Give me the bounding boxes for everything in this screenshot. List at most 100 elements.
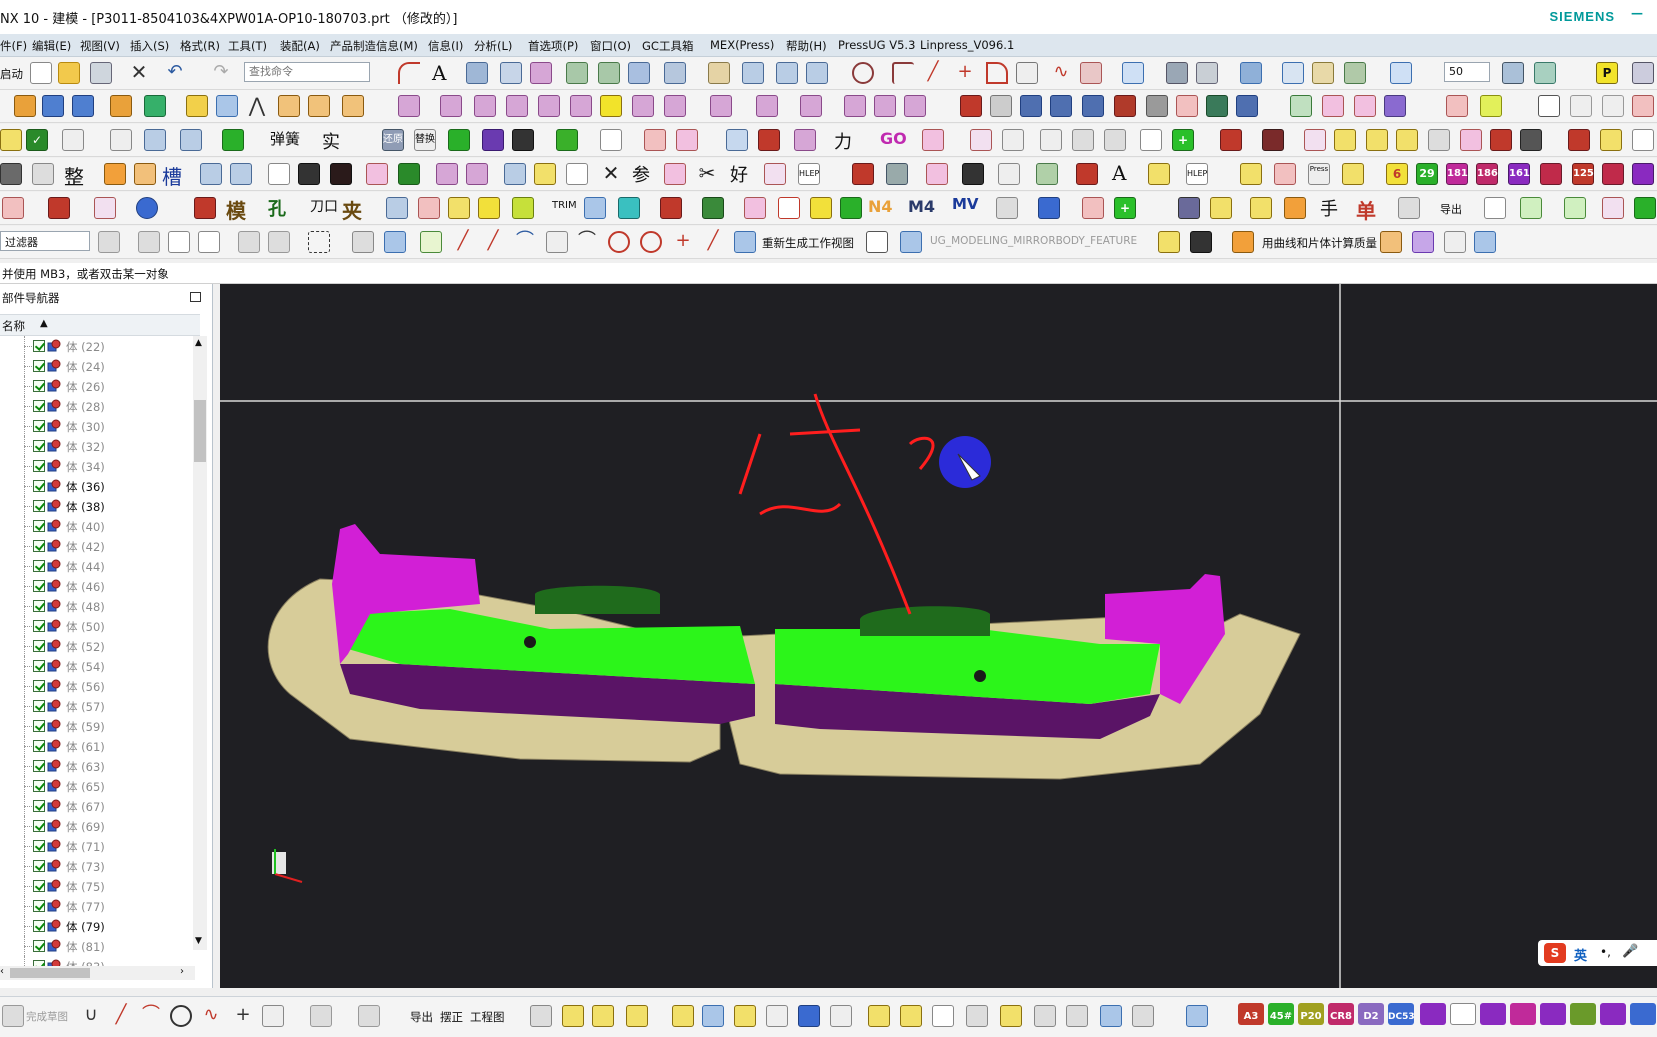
tube-icon[interactable] [1100,1005,1122,1027]
chamfer-curve-icon[interactable] [1016,62,1038,84]
unite-icon[interactable] [216,95,238,117]
plus2-icon[interactable]: + [1114,197,1136,219]
pole-icon[interactable] [778,197,800,219]
navigator-column-header[interactable]: 名称 ▲ [0,314,200,336]
visibility-checkbox[interactable] [33,500,45,512]
pen-icon[interactable] [1186,1005,1208,1027]
surface-curve-icon[interactable] [1080,62,1102,84]
new-file-icon[interactable] [30,62,52,84]
visibility-checkbox[interactable] [33,660,45,672]
layer-manager-icon[interactable] [1502,62,1524,84]
mold-tool-10-icon[interactable] [710,95,732,117]
book-icon[interactable] [298,163,320,185]
mold-tool-11-icon[interactable] [756,95,778,117]
constraint-icon[interactable] [672,1005,694,1027]
corner-icon[interactable] [892,62,914,84]
tool-gray-icon[interactable] [1034,1005,1056,1027]
shell-icon[interactable] [342,95,364,117]
visibility-checkbox[interactable] [33,460,45,472]
fillet-curve-icon[interactable] [986,62,1008,84]
tree-row[interactable]: 体 (42) [0,536,190,556]
tag-a3[interactable]: A3 [1238,1003,1264,1025]
t-slot-icon[interactable] [1050,95,1072,117]
pattern-component-icon[interactable] [868,1005,890,1027]
tag-cr8[interactable]: CR8 [1328,1003,1354,1025]
finish-sketch-label[interactable]: 完成草图 [26,1009,68,1024]
layers-purple-icon[interactable] [1412,231,1434,253]
add-component2-icon[interactable] [592,1005,614,1027]
visibility-checkbox[interactable] [33,740,45,752]
boss-icon[interactable] [144,95,166,117]
mold-tool-13-icon[interactable] [844,95,866,117]
menu-item-11[interactable]: 窗口(O) [590,38,631,54]
lime-icon[interactable] [512,197,534,219]
sketch-icon[interactable] [500,62,522,84]
control-point-icon[interactable] [546,231,568,253]
mirror-feature-label[interactable]: UG_MODELING_MIRRORBODY_FEATURE [930,235,1137,247]
green-flag-icon[interactable] [398,163,420,185]
orange-box2-icon[interactable] [134,163,156,185]
first-line-icon[interactable] [1396,129,1418,151]
mv-icon[interactable]: MV [952,195,979,213]
csys-icon[interactable] [1390,62,1412,84]
press-p-icon[interactable]: P [1596,62,1618,84]
tag-purple2[interactable] [1480,1003,1506,1025]
house-icon[interactable] [418,197,440,219]
close-x-icon[interactable]: ✕ [128,62,150,84]
bowtie-icon[interactable] [798,1005,820,1027]
text-a-icon[interactable]: A [1112,161,1126,185]
plane-icon[interactable] [352,231,374,253]
wrench-icon[interactable] [1240,163,1262,185]
filter-combo[interactable]: 过滤器 [0,231,90,251]
stack-icon[interactable] [0,163,22,185]
navigator-vertical-scrollbar[interactable]: ▲ ▼ [193,336,207,950]
process-face-icon[interactable] [2,197,24,219]
tag-blue-end[interactable] [1630,1003,1656,1025]
visibility-checkbox[interactable] [33,700,45,712]
menu-item-12[interactable]: GC工具箱 [642,38,693,54]
n4-icon[interactable]: N4 [868,197,893,216]
bell-icon[interactable] [996,197,1018,219]
view-box-icon[interactable] [268,163,290,185]
microphone-icon[interactable]: 🎤 [1622,944,1638,959]
update-icon[interactable] [1602,95,1624,117]
material-quality-icon[interactable] [1274,163,1296,185]
wear-plate-icon[interactable] [1354,95,1376,117]
outline-icon[interactable] [1002,129,1024,151]
tag-purple3[interactable] [1540,1003,1566,1025]
material-tool-icon[interactable] [764,163,786,185]
safety-icon[interactable] [1446,95,1468,117]
select-arrow-icon[interactable] [138,231,160,253]
minimize-button[interactable]: — [1625,6,1649,26]
mold-tool-9-icon[interactable] [664,95,686,117]
mold-tool-8-icon[interactable] [632,95,654,117]
midpoint-icon[interactable]: ╱ [482,231,504,253]
ruler-icon[interactable] [1066,1005,1088,1027]
flow-chart-icon[interactable] [926,163,948,185]
tree-row[interactable]: 体 (56) [0,676,190,696]
adjust-icon[interactable] [744,197,766,219]
pad-icon[interactable] [110,95,132,117]
redo-icon[interactable]: ↷ [210,62,232,84]
tag-olive[interactable] [1570,1003,1596,1025]
calc-icon[interactable] [726,129,748,151]
menu-item-16[interactable]: Linpress_V096.1 [920,38,1014,52]
book-open-icon[interactable] [1380,231,1402,253]
cube-blue-icon[interactable] [384,231,406,253]
num-6-icon[interactable]: 6 [1386,163,1408,185]
mirror-gray-icon[interactable] [358,1005,380,1027]
whole-icon[interactable]: 整 [64,161,84,190]
fit-view-icon[interactable] [1122,62,1144,84]
sketch-line-icon[interactable]: ╱ [110,1005,132,1027]
brush-icon[interactable] [998,163,1020,185]
slot-icon[interactable]: 槽 [162,161,182,190]
num-186-icon[interactable]: 186 [1476,163,1498,185]
boxes-icon[interactable] [1132,1005,1154,1027]
extrude-icon[interactable] [742,62,764,84]
zoom-combo[interactable]: 50 [1444,62,1490,82]
add-component-icon[interactable] [562,1005,584,1027]
visibility-checkbox[interactable] [33,800,45,812]
dry-icon[interactable] [1632,129,1654,151]
iso-view-icon[interactable] [1240,62,1262,84]
sketch-arc-icon[interactable]: ⌒ [140,1005,162,1027]
